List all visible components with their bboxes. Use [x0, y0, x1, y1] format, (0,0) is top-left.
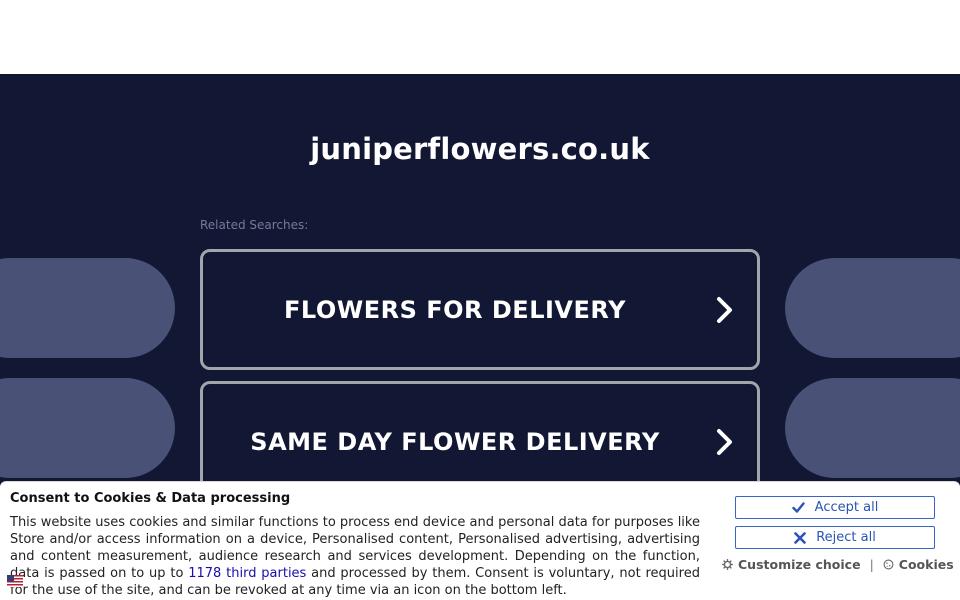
reject-all-label: Reject all: [816, 530, 876, 545]
accept-all-label: Accept all: [814, 500, 879, 515]
gear-icon: [722, 559, 733, 570]
cookie-consent-banner: Consent to Cookies & Data processing Thi…: [0, 481, 960, 600]
flag-icon[interactable]: [7, 572, 23, 587]
customize-choice-label: Customize choice: [738, 557, 861, 572]
decorative-pill: [0, 258, 175, 358]
chevron-right-icon: [693, 427, 757, 457]
cookie-icon: [883, 559, 894, 570]
consent-secondary-links: Customize choice | Cookies: [722, 557, 960, 572]
chevron-right-icon: [693, 295, 757, 325]
accept-all-button[interactable]: Accept all: [735, 496, 935, 519]
cookies-label: Cookies: [898, 557, 954, 572]
decorative-pill: [785, 258, 960, 358]
consent-title: Consent to Cookies & Data processing: [10, 491, 291, 506]
check-icon: [791, 502, 805, 513]
consent-description: This website uses cookies and similar fu…: [10, 514, 700, 599]
reject-all-button[interactable]: Reject all: [735, 526, 935, 549]
third-parties-link[interactable]: 1178 third parties: [188, 566, 306, 581]
decorative-pill: [785, 378, 960, 478]
x-icon: [794, 531, 806, 544]
top-blank-area: [0, 0, 960, 74]
search-link-label: SAME DAY FLOWER DELIVERY: [250, 427, 660, 456]
related-searches-label: Related Searches:: [200, 218, 309, 232]
search-link-flowers-for-delivery[interactable]: FLOWERS FOR DELIVERY: [200, 249, 760, 370]
search-link-label: FLOWERS FOR DELIVERY: [284, 295, 626, 324]
cookies-link[interactable]: Cookies: [883, 557, 954, 572]
decorative-pill: [0, 378, 175, 478]
domain-title: juniperflowers.co.uk: [310, 132, 650, 166]
link-separator: |: [869, 557, 874, 572]
customize-choice-link[interactable]: Customize choice: [722, 557, 861, 572]
